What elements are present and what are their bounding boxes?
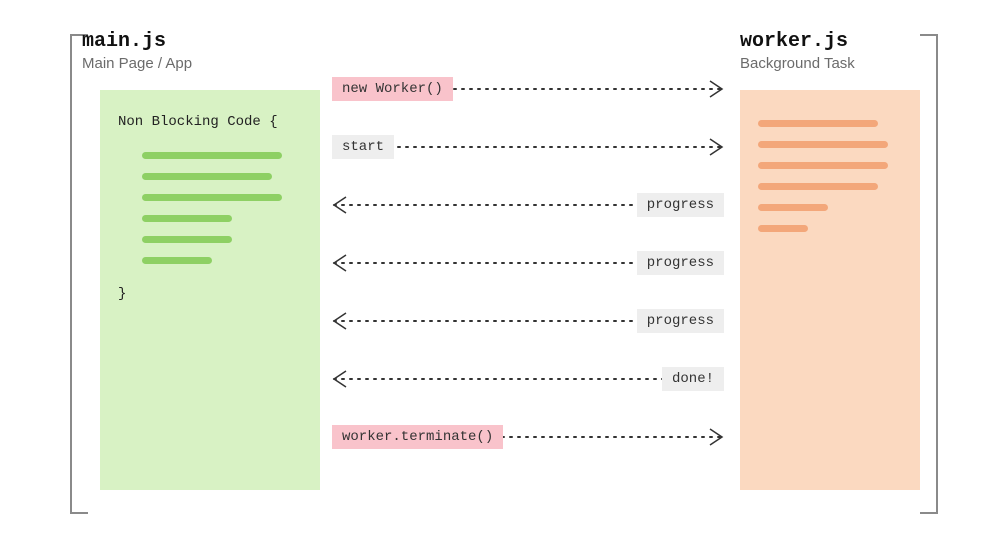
- code-line: [142, 152, 282, 159]
- code-lines-container: [142, 152, 302, 264]
- code-close-brace: }: [118, 286, 302, 302]
- worker-code-line: [758, 204, 828, 211]
- message-row: new Worker(): [332, 60, 724, 118]
- right-panel-title: worker.js: [740, 30, 930, 53]
- left-panel-header: main.js Main Page / App: [82, 30, 322, 72]
- left-panel-title: main.js: [82, 30, 322, 53]
- message-row: progress: [332, 292, 724, 350]
- left-bracket: [70, 34, 88, 514]
- code-line: [142, 215, 232, 222]
- message-row: worker.terminate(): [332, 408, 724, 466]
- message-lane: new Worker() start progress progress progres…: [332, 60, 724, 466]
- message-row: progress: [332, 234, 724, 292]
- right-bracket: [920, 34, 938, 514]
- code-line: [142, 236, 232, 243]
- worker-code-line: [758, 141, 888, 148]
- message-label: progress: [637, 251, 724, 275]
- main-code-card: Non Blocking Code { }: [100, 90, 320, 490]
- worker-code-line: [758, 120, 878, 127]
- message-row: done!: [332, 350, 724, 408]
- code-line: [142, 257, 212, 264]
- worker-code-card: [740, 90, 920, 490]
- right-panel-header: worker.js Background Task: [740, 30, 930, 72]
- code-open-brace: Non Blocking Code {: [118, 114, 302, 130]
- message-label: done!: [662, 367, 724, 391]
- worker-code-line: [758, 183, 878, 190]
- message-label: worker.terminate(): [332, 425, 503, 449]
- message-row: progress: [332, 176, 724, 234]
- worker-code-line: [758, 162, 888, 169]
- left-panel-subtitle: Main Page / App: [82, 55, 322, 72]
- message-row: start: [332, 118, 724, 176]
- worker-code-line: [758, 225, 808, 232]
- right-panel-subtitle: Background Task: [740, 55, 930, 72]
- message-label: progress: [637, 193, 724, 217]
- message-label: new Worker(): [332, 77, 453, 101]
- message-label: start: [332, 135, 394, 159]
- message-label: progress: [637, 309, 724, 333]
- code-line: [142, 194, 282, 201]
- code-line: [142, 173, 272, 180]
- worker-lines-container: [758, 120, 902, 232]
